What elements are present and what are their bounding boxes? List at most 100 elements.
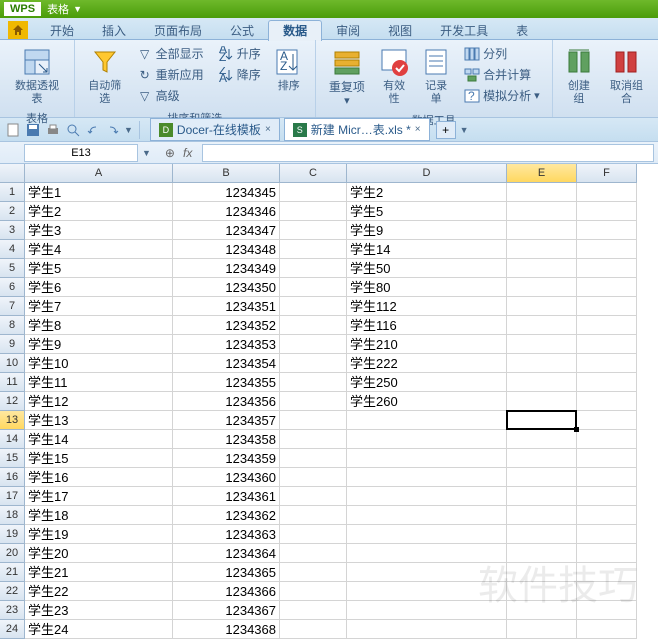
cell[interactable] [280,506,347,525]
cell[interactable]: 1234349 [173,259,280,278]
preview-button[interactable] [64,121,82,139]
tab-menu[interactable]: ▼ [460,125,469,135]
cell[interactable] [577,278,637,297]
cell[interactable] [347,563,507,582]
cell[interactable] [507,430,577,449]
consolidate-button[interactable]: 合并计算 [460,65,544,84]
cell[interactable]: 学生50 [347,259,507,278]
cell[interactable]: 1234362 [173,506,280,525]
group-button[interactable]: 创建组 [561,44,597,108]
cell[interactable] [280,620,347,639]
row-header[interactable]: 24 [0,620,25,639]
cell[interactable]: 1234366 [173,582,280,601]
cell[interactable] [577,449,637,468]
row-header[interactable]: 20 [0,544,25,563]
cell[interactable] [280,183,347,202]
cell[interactable] [577,202,637,221]
cell[interactable]: 学生14 [25,430,173,449]
cell[interactable] [507,620,577,639]
cell[interactable] [507,582,577,601]
select-all-corner[interactable] [0,164,25,183]
row-header[interactable]: 9 [0,335,25,354]
row-header[interactable]: 13 [0,411,25,430]
cell[interactable] [507,183,577,202]
cell[interactable] [280,297,347,316]
cell[interactable] [280,316,347,335]
cell[interactable] [347,601,507,620]
cell[interactable]: 1234348 [173,240,280,259]
row-header[interactable]: 7 [0,297,25,316]
cell[interactable] [347,506,507,525]
cell[interactable]: 学生5 [25,259,173,278]
row-header[interactable]: 22 [0,582,25,601]
cell[interactable]: 1234363 [173,525,280,544]
cell[interactable]: 1234350 [173,278,280,297]
cell[interactable] [577,525,637,544]
row-header[interactable]: 2 [0,202,25,221]
print-button[interactable] [44,121,62,139]
cell[interactable]: 1234346 [173,202,280,221]
title-dropdown-icon[interactable]: ▼ [73,4,82,14]
cell[interactable] [347,525,507,544]
column-header[interactable]: F [577,164,637,183]
row-header[interactable]: 6 [0,278,25,297]
cell[interactable] [577,468,637,487]
cell[interactable] [280,259,347,278]
cell[interactable]: 1234359 [173,449,280,468]
doc-tab[interactable]: DDocer-在线模板× [150,118,280,141]
cell[interactable] [577,335,637,354]
undo-button[interactable] [84,121,102,139]
cell[interactable] [577,411,637,430]
cell[interactable] [577,240,637,259]
cell[interactable]: 1234361 [173,487,280,506]
cell[interactable]: 学生23 [25,601,173,620]
cell[interactable]: 1234352 [173,316,280,335]
ungroup-button[interactable]: 取消组合 [603,44,650,108]
redo-button[interactable] [104,121,122,139]
cell[interactable]: 1234355 [173,373,280,392]
cell[interactable] [507,525,577,544]
cell[interactable] [507,392,577,411]
cell[interactable]: 1234358 [173,430,280,449]
advanced-button[interactable]: ▽高级 [133,86,208,105]
ribbon-tab[interactable]: 开发工具 [426,21,502,41]
row-header[interactable]: 15 [0,449,25,468]
cell[interactable]: 1234347 [173,221,280,240]
row-header[interactable]: 14 [0,430,25,449]
sort-button[interactable]: AZ 排序 [271,44,307,95]
cell[interactable]: 学生19 [25,525,173,544]
showall-button[interactable]: ▽全部显示 [133,44,208,63]
cell[interactable]: 学生5 [347,202,507,221]
cell[interactable]: 1234364 [173,544,280,563]
cell[interactable]: 1234354 [173,354,280,373]
cell[interactable] [507,297,577,316]
cell[interactable] [577,297,637,316]
cell[interactable]: 学生3 [25,221,173,240]
cell[interactable] [577,259,637,278]
cell[interactable]: 学生1 [25,183,173,202]
cell[interactable] [347,620,507,639]
cell[interactable]: 1234353 [173,335,280,354]
close-tab-icon[interactable]: × [265,124,271,135]
column-header[interactable]: D [347,164,507,183]
record-button[interactable]: 记录单 [418,44,454,108]
cell[interactable] [507,335,577,354]
cell[interactable] [507,563,577,582]
cell[interactable] [280,411,347,430]
cell[interactable]: 学生8 [25,316,173,335]
name-box[interactable] [24,144,138,162]
cell[interactable]: 1234367 [173,601,280,620]
cell[interactable] [280,240,347,259]
cell[interactable]: 学生10 [25,354,173,373]
whatif-button[interactable]: ?模拟分析 ▾ [460,86,544,105]
ribbon-tab[interactable]: 表 [502,21,542,41]
cell[interactable] [577,506,637,525]
column-header[interactable]: C [280,164,347,183]
ribbon-tab[interactable]: 插入 [88,21,140,41]
validity-button[interactable]: 有效性 [376,44,412,108]
ribbon-tab[interactable]: 公式 [216,21,268,41]
row-header[interactable]: 3 [0,221,25,240]
cell[interactable] [577,487,637,506]
cell[interactable] [280,468,347,487]
cell[interactable]: 学生2 [347,183,507,202]
